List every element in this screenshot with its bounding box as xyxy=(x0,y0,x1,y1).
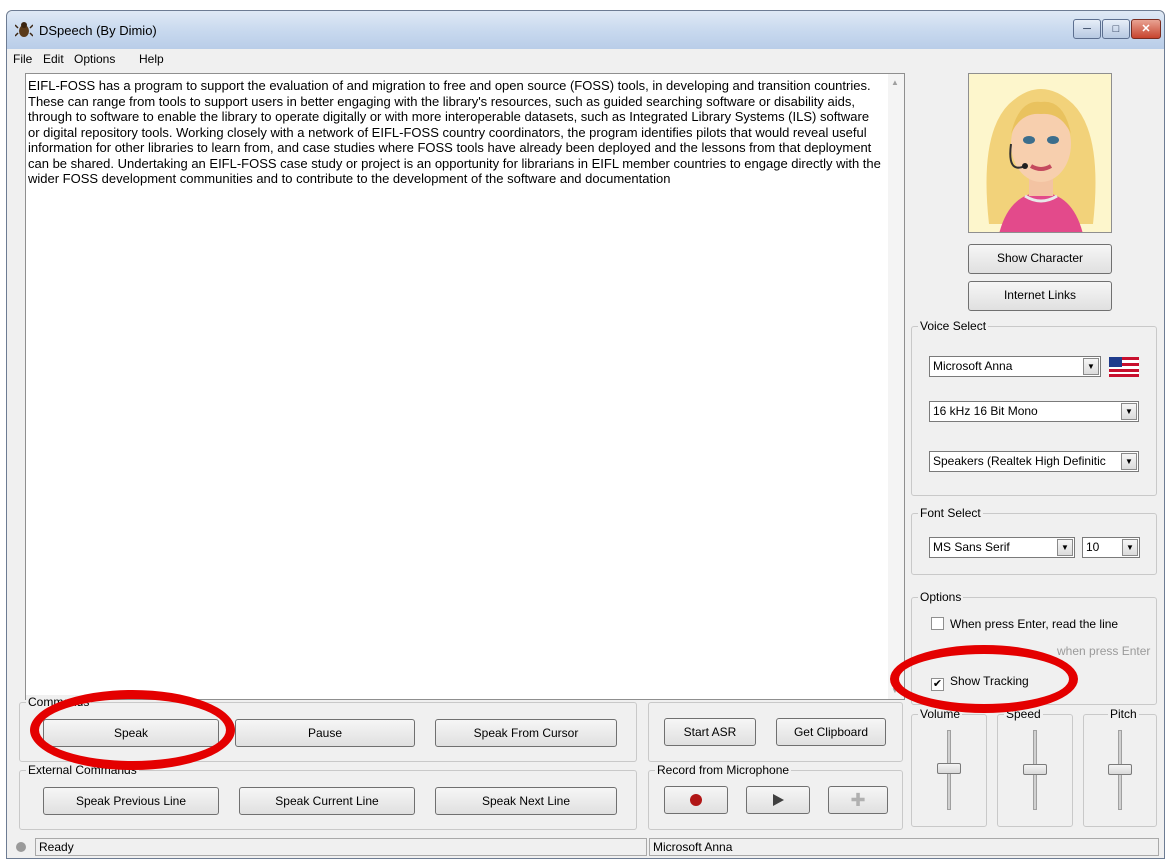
status-voice: Microsoft Anna xyxy=(649,838,1159,856)
chevron-down-icon[interactable]: ▼ xyxy=(1122,539,1138,556)
speak-next-line-button[interactable]: Speak Next Line xyxy=(435,787,617,815)
start-asr-button[interactable]: Start ASR xyxy=(664,718,756,746)
character-portrait xyxy=(968,73,1112,233)
speak-from-cursor-button[interactable]: Speak From Cursor xyxy=(435,719,617,747)
output-device-value: Speakers (Realtek High Definitic xyxy=(933,454,1106,468)
add-button[interactable]: ✚ xyxy=(828,786,888,814)
speed-slider-thumb[interactable] xyxy=(1023,764,1047,775)
plus-icon: ✚ xyxy=(850,790,866,810)
chevron-down-icon[interactable]: ▼ xyxy=(1121,453,1137,470)
font-select-legend: Font Select xyxy=(918,506,983,520)
speak-current-line-button[interactable]: Speak Current Line xyxy=(239,787,415,815)
menu-options[interactable]: Options xyxy=(74,52,115,66)
voice-select-legend: Voice Select xyxy=(918,319,989,333)
format-dropdown[interactable]: 16 kHz 16 Bit Mono ▼ xyxy=(929,401,1139,422)
menu-edit[interactable]: Edit xyxy=(43,52,64,66)
options-legend: Options xyxy=(918,590,964,604)
character-image xyxy=(969,74,1111,232)
hidden-option: when press Enter xyxy=(1057,644,1150,658)
font-size-value: 10 xyxy=(1086,540,1100,554)
chevron-down-icon[interactable]: ▼ xyxy=(1083,358,1099,375)
maximize-button[interactable]: □ xyxy=(1102,19,1130,39)
close-button[interactable]: ✕ xyxy=(1131,19,1161,39)
get-clipboard-button[interactable]: Get Clipboard xyxy=(776,718,886,746)
chevron-down-icon[interactable]: ▼ xyxy=(1057,539,1073,556)
volume-slider-thumb[interactable] xyxy=(937,763,961,774)
status-bar: Ready Microsoft Anna xyxy=(7,835,1164,857)
play-icon xyxy=(773,794,784,806)
hidden-option-label: when press Enter xyxy=(1057,644,1151,658)
status-text: Ready xyxy=(35,838,647,856)
annotation-circle-show-tracking xyxy=(890,645,1078,713)
pause-button[interactable]: Pause xyxy=(235,719,415,747)
status-led-icon xyxy=(16,842,26,852)
show-character-button[interactable]: Show Character xyxy=(968,244,1112,274)
pitch-legend: Pitch xyxy=(1108,707,1139,721)
menu-file[interactable]: File xyxy=(13,52,32,66)
voice-dropdown[interactable]: Microsoft Anna ▼ xyxy=(929,356,1101,377)
window-title: DSpeech (By Dimio) xyxy=(39,23,157,38)
font-value: MS Sans Serif xyxy=(933,540,1010,554)
minimize-button[interactable]: ─ xyxy=(1073,19,1101,39)
title-bar: DSpeech (By Dimio) ─ □ ✕ xyxy=(7,11,1164,49)
read-line-label: When press Enter, read the line xyxy=(950,617,1119,631)
read-line-option[interactable]: When press Enter, read the line xyxy=(931,617,1118,631)
annotation-circle-speak xyxy=(30,690,235,770)
text-editor[interactable]: EIFL-FOSS has a program to support the e… xyxy=(25,73,905,700)
editor-scrollbar[interactable]: ▲ ▼ xyxy=(888,74,904,699)
editor-text[interactable]: EIFL-FOSS has a program to support the e… xyxy=(28,78,884,187)
record-dot-icon xyxy=(690,794,702,806)
read-line-checkbox[interactable] xyxy=(931,617,944,630)
play-button[interactable] xyxy=(746,786,810,814)
pitch-slider-thumb[interactable] xyxy=(1108,764,1132,775)
output-device-dropdown[interactable]: Speakers (Realtek High Definitic ▼ xyxy=(929,451,1139,472)
record-button[interactable] xyxy=(664,786,728,814)
menu-help[interactable]: Help xyxy=(139,52,164,66)
font-dropdown[interactable]: MS Sans Serif ▼ xyxy=(929,537,1075,558)
chevron-down-icon[interactable]: ▼ xyxy=(1121,403,1137,420)
internet-links-button[interactable]: Internet Links xyxy=(968,281,1112,311)
us-flag-icon xyxy=(1109,357,1139,377)
font-size-dropdown[interactable]: 10 ▼ xyxy=(1082,537,1140,558)
app-bug-icon xyxy=(15,22,33,37)
scroll-up-icon[interactable]: ▲ xyxy=(891,78,899,87)
menu-bar: File Edit Options Help xyxy=(7,49,1164,69)
speak-previous-line-button[interactable]: Speak Previous Line xyxy=(43,787,219,815)
voice-value: Microsoft Anna xyxy=(933,359,1013,373)
record-legend: Record from Microphone xyxy=(655,763,792,777)
format-value: 16 kHz 16 Bit Mono xyxy=(933,404,1038,418)
